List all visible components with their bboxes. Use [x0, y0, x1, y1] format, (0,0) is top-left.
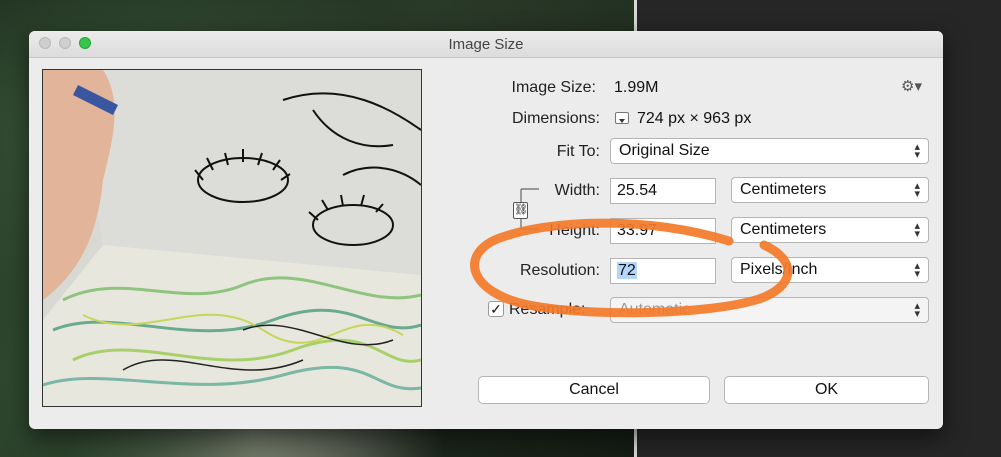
checkmark-icon: ✓ [490, 301, 502, 317]
chain-link-icon[interactable]: ⛓ [513, 202, 528, 219]
width-unit-value: Centimeters [740, 181, 827, 198]
window-title: Image Size [448, 36, 524, 53]
image-size-label: Image Size: [511, 79, 596, 96]
width-unit-select[interactable]: Centimeters ▴ ▾ [731, 177, 929, 203]
image-size-value: 1.99M [614, 79, 659, 96]
resample-value: Automatic [619, 301, 691, 318]
resample-select[interactable]: Automatic ▴ ▾ [610, 297, 929, 323]
resample-label: Resample: [509, 301, 586, 318]
height-input[interactable]: 33.97 [610, 218, 716, 244]
select-arrows-icon: ▴ ▾ [914, 260, 920, 280]
fit-to-value: Original Size [619, 142, 710, 159]
gear-icon[interactable]: ⚙▾ [901, 77, 922, 95]
dropdown-triangle-icon[interactable] [615, 112, 629, 124]
width-label: Width: [554, 182, 600, 199]
fit-to-label: Fit To: [556, 143, 600, 160]
resample-checkbox[interactable]: ✓ [488, 301, 504, 317]
cancel-button[interactable]: Cancel [478, 376, 710, 404]
dimensions-label: Dimensions: [511, 110, 600, 127]
select-arrows-icon: ▴ ▾ [914, 220, 920, 240]
select-arrows-icon: ▴ ▾ [914, 141, 920, 161]
height-unit-value: Centimeters [740, 221, 827, 238]
width-input[interactable]: 25.54 [610, 178, 716, 204]
resolution-input[interactable]: 72 [610, 258, 716, 284]
ok-button[interactable]: OK [724, 376, 929, 404]
preview-sketch-image [43, 70, 421, 406]
image-preview[interactable] [42, 69, 422, 407]
select-arrows-icon: ▴ ▾ [914, 300, 920, 320]
height-label: Height: [549, 222, 600, 239]
image-size-dialog: Image Size Image Size: 1.99M ⚙▾ Dimensio… [29, 31, 943, 429]
resolution-value: 72 [617, 262, 637, 279]
dimensions-value: 724 px × 963 px [637, 110, 752, 127]
fit-to-select[interactable]: Original Size ▴ ▾ [610, 138, 929, 164]
height-unit-select[interactable]: Centimeters ▴ ▾ [731, 217, 929, 243]
resolution-unit-value: Pixels/Inch [740, 261, 818, 278]
select-arrows-icon: ▴ ▾ [914, 180, 920, 200]
resolution-unit-select[interactable]: Pixels/Inch ▴ ▾ [731, 257, 929, 283]
resolution-label: Resolution: [519, 262, 600, 279]
title-bar: Image Size [29, 31, 943, 58]
